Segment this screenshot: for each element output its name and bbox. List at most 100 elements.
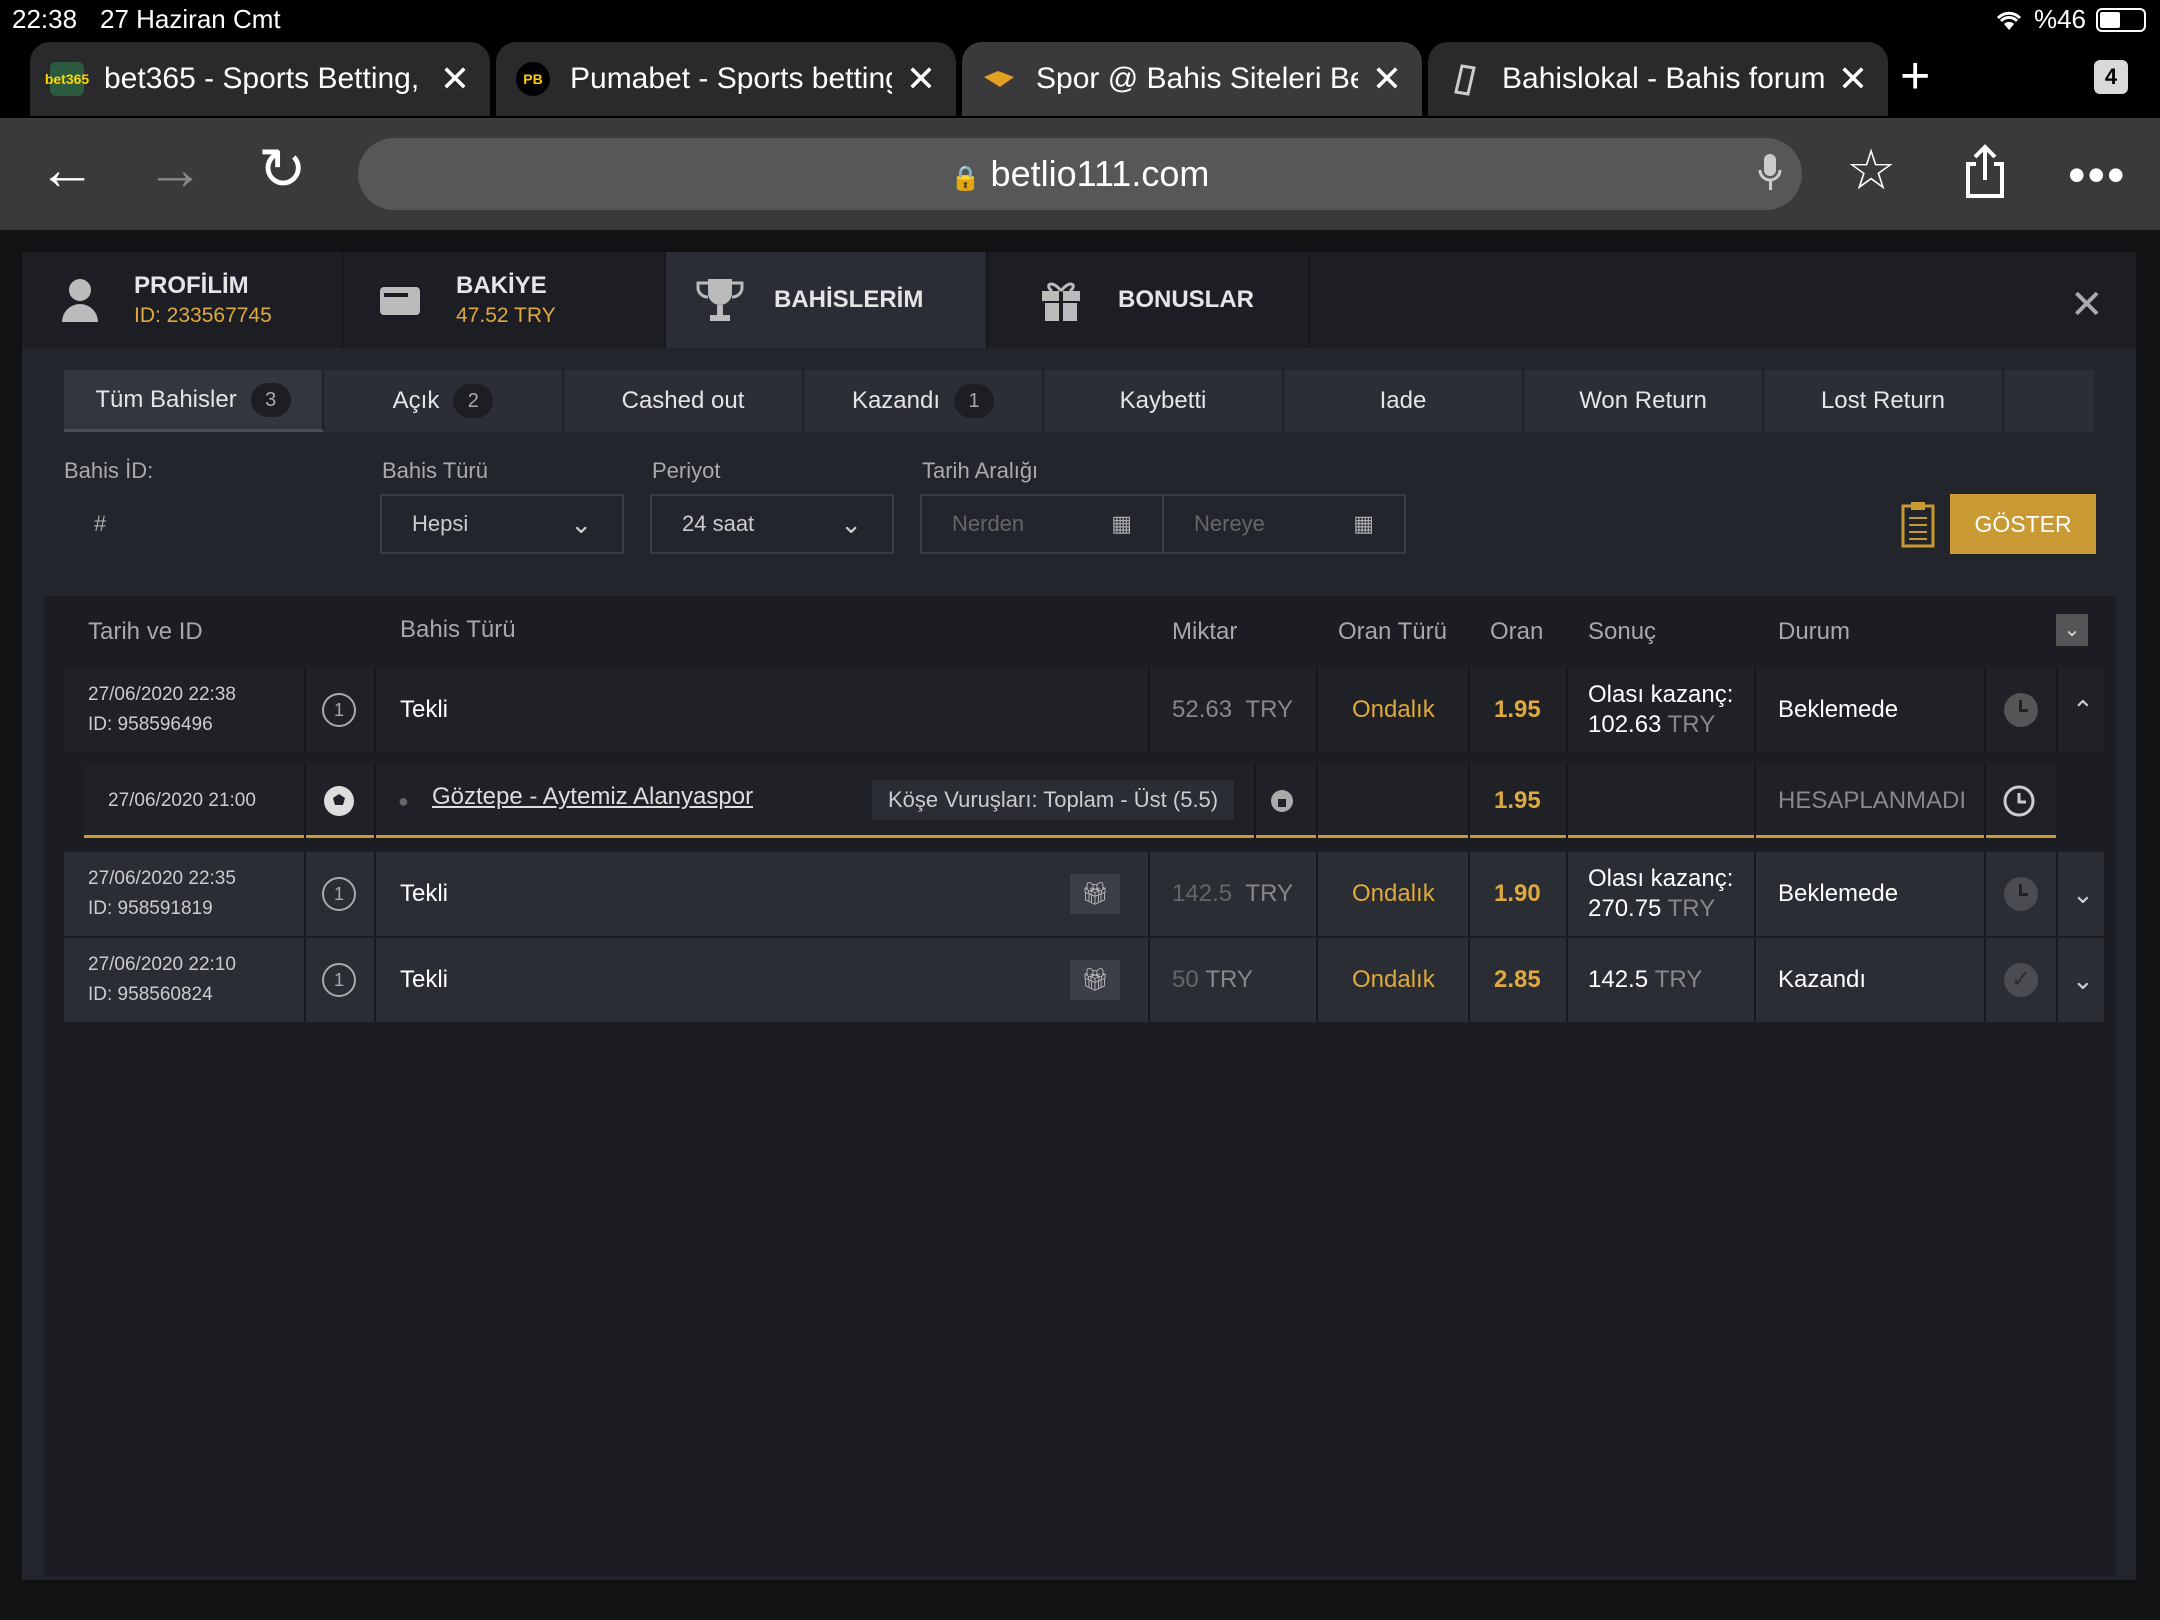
bonuses-label: BONUSLAR — [1118, 286, 1254, 313]
tab-balance[interactable]: BAKİYE 47.52 TRY — [344, 252, 666, 348]
tab-title: bet365 - Sports Betting, — [104, 62, 420, 95]
date-from-input[interactable]: Nerden ▦ — [920, 494, 1164, 554]
close-tab-icon[interactable]: ✕ — [906, 58, 936, 100]
bet-id: ID: 958591819 — [88, 898, 213, 919]
bonus-gift-icon[interactable]: 🎁︎ — [1070, 938, 1120, 1022]
bet-type: Tekli — [400, 966, 449, 993]
gift-icon — [1042, 282, 1080, 321]
close-tab-icon[interactable]: ✕ — [440, 58, 470, 100]
handshake-favicon-icon — [982, 62, 1016, 96]
browser-tab-bahislokal[interactable]: Bahislokal - Bahis forum ✕ — [1428, 42, 1888, 116]
odds-type: Ondalık — [1352, 966, 1435, 993]
tab-count-badge[interactable]: 4 — [2094, 60, 2128, 94]
status-bar: 22:38 27 Haziran Cmt %46 — [0, 0, 2160, 40]
lock-icon: 🔒 — [950, 165, 981, 192]
tab-profile[interactable]: PROFİLİM ID: 233567745 — [22, 252, 344, 348]
bet-result: Olası kazanç: 270.75 TRY — [1588, 865, 1734, 922]
clipboard-icon[interactable] — [1900, 500, 1936, 548]
user-icon — [62, 279, 98, 322]
date-to-input[interactable]: Nereye ▦ — [1162, 494, 1406, 554]
new-tab-icon[interactable]: + — [1900, 46, 1930, 106]
more-options-icon[interactable]: ••• — [2068, 150, 2127, 200]
subtab-label: Kaybetti — [1119, 387, 1207, 414]
table-row[interactable]: 27/06/2020 22:38 ID: 958596496 1 Tekli 52… — [64, 668, 2104, 752]
chevron-up-icon[interactable]: ⌃ — [2072, 668, 2094, 752]
subtab-label: Tüm Bahisler — [95, 385, 237, 413]
selection-row[interactable]: 27/06/2020 21:00 ● Göztepe - Aytemiz Ala… — [84, 764, 2056, 838]
table-row[interactable]: 27/06/2020 22:10 ID: 958560824 1 Tekli 🎁︎… — [64, 938, 2104, 1022]
subtab-lost-return[interactable]: Lost Return — [1764, 370, 2004, 432]
subtab-label: Lost Return — [1820, 387, 1946, 414]
period-value: 24 saat — [682, 511, 755, 536]
pumabet-favicon-icon: PB — [516, 62, 550, 96]
col-bet-type: Bahis Türü — [400, 616, 516, 643]
close-tab-icon[interactable]: ✕ — [1838, 58, 1868, 100]
browser-tab-pumabet[interactable]: PB Pumabet - Sports betting ✕ — [496, 42, 956, 116]
collapse-all-icon[interactable]: ⌄ — [2056, 614, 2088, 646]
selection-status: HESAPLANMADI — [1778, 787, 1967, 814]
bet-count-icon: 1 — [322, 668, 356, 752]
close-tab-icon[interactable]: ✕ — [1372, 58, 1402, 100]
bonus-gift-icon[interactable]: 🎁︎ — [1070, 852, 1120, 936]
bookmark-star-icon[interactable]: ☆ — [1846, 142, 1896, 198]
odds-value: 1.95 — [1494, 696, 1541, 723]
chevron-down-icon[interactable]: ⌄ — [2072, 852, 2094, 936]
table-row[interactable]: 27/06/2020 22:35 ID: 958591819 1 Tekli 🎁︎… — [64, 852, 2104, 936]
tab-bonuses[interactable]: BONUSLAR — [988, 252, 1310, 348]
bet-amount: 50 TRY — [1172, 966, 1253, 993]
date-to-placeholder: Nereye — [1194, 511, 1265, 536]
subtab-label: Kazandı — [851, 387, 941, 414]
chevron-down-icon: ⌄ — [840, 508, 862, 539]
show-button[interactable]: GÖSTER — [1950, 494, 2096, 554]
bet-id: ID: 958560824 — [88, 984, 213, 1005]
tab-title: Pumabet - Sports betting — [570, 62, 892, 95]
match-link[interactable]: Göztepe - Aytemiz Alanyaspor — [432, 764, 753, 830]
selection-date: 27/06/2020 21:00 — [108, 790, 256, 811]
browser-tab-bet365[interactable]: bet365 bet365 - Sports Betting, ✕ — [30, 42, 490, 116]
subtab-label: Won Return — [1579, 387, 1707, 414]
subtab-label: Cashed out — [621, 387, 745, 414]
reload-icon[interactable]: ↻ — [258, 141, 307, 199]
count-badge: 3 — [250, 382, 291, 417]
bet-id-input[interactable]: # — [64, 494, 364, 554]
tab-my-bets[interactable]: BAHİSLERİM — [666, 252, 988, 348]
browser-tab-spor-bahis[interactable]: Spor @ Bahis Siteleri Bet ✕ — [962, 42, 1422, 116]
bet-count-icon: 1 — [322, 938, 356, 1022]
bet-status: Kazandı — [1778, 966, 1867, 993]
bet-date-id: 27/06/2020 22:38 ID: 958596496 — [88, 668, 236, 752]
subtab-won-return[interactable]: Won Return — [1524, 370, 1764, 432]
period-label: Periyot — [652, 458, 721, 483]
bahislokal-favicon-icon — [1448, 62, 1482, 96]
bet-id-label: Bahis İD: — [64, 458, 154, 483]
count-badge: 2 — [453, 384, 494, 418]
calendar-icon[interactable]: ▦ — [1353, 511, 1374, 537]
odds-value: 2.85 — [1494, 966, 1541, 993]
microphone-icon[interactable] — [1758, 152, 1782, 192]
subtab-all-bets[interactable]: Tüm Bahisler 3 — [64, 370, 324, 432]
chevron-down-icon[interactable]: ⌄ — [2072, 938, 2094, 1022]
check-icon: ✓ — [2004, 938, 2038, 1022]
subtab-refund[interactable]: Iade — [1284, 370, 1524, 432]
stats-icon[interactable] — [1270, 764, 1294, 838]
address-bar[interactable]: 🔒 betlio111.com — [358, 138, 1802, 210]
battery-percent: %46 — [2033, 4, 2086, 34]
subtab-lost[interactable]: Kaybetti — [1044, 370, 1284, 432]
tab-title: Bahislokal - Bahis forum — [1502, 62, 1824, 95]
count-badge: 1 — [954, 384, 995, 418]
col-date-id: Tarih ve ID — [88, 618, 203, 645]
calendar-icon[interactable]: ▦ — [1111, 511, 1132, 537]
profile-id: ID: 233567745 — [134, 304, 272, 327]
subtab-won[interactable]: Kazandı 1 — [804, 370, 1044, 432]
clock-icon — [2004, 852, 2038, 936]
back-icon[interactable]: ← — [38, 141, 96, 199]
share-icon[interactable] — [1962, 144, 2008, 200]
bet-type-select[interactable]: Hepsi ⌄ — [380, 494, 624, 554]
col-status: Durum — [1778, 618, 1851, 645]
forward-icon[interactable]: → — [146, 141, 204, 199]
subtab-open[interactable]: Açık 2 — [324, 370, 564, 432]
bet-filter-tabs: Tüm Bahisler 3 Açık 2 Cashed out Kazandı 1 … — [64, 370, 2094, 432]
period-select[interactable]: 24 saat ⌄ — [650, 494, 894, 554]
bet-date: 27/06/2020 22:38 — [88, 684, 236, 705]
close-modal-icon[interactable]: ✕ — [2070, 282, 2104, 328]
subtab-cashed-out[interactable]: Cashed out — [564, 370, 804, 432]
